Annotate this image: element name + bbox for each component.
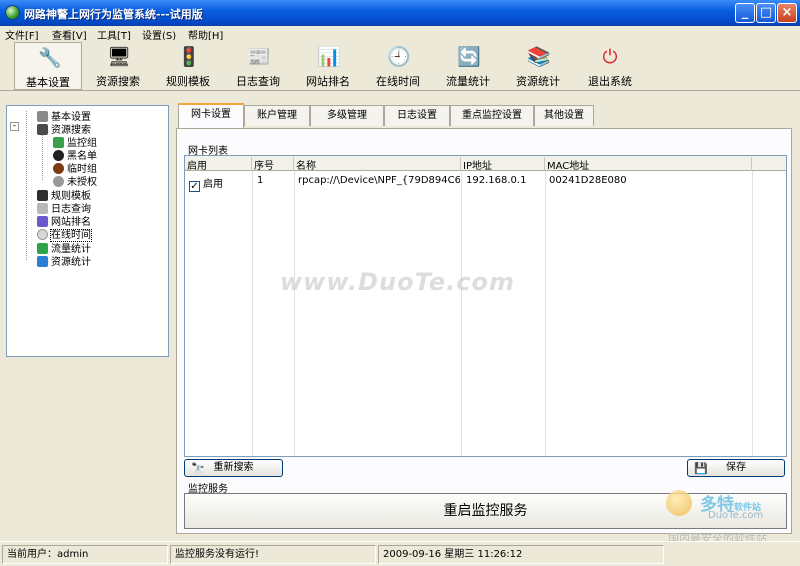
toolbar-label: 网站排名 <box>306 75 350 88</box>
watermark: www.DuoTe.com <box>280 268 515 296</box>
tab-log-settings[interactable]: 日志设置 <box>384 105 450 126</box>
toolbar-resource-search[interactable]: 🖥 资源搜索 <box>84 42 152 90</box>
ip-cell: 192.168.0.1 <box>466 175 527 186</box>
tree-expander[interactable]: - <box>10 122 19 131</box>
maximize-button[interactable]: □ <box>756 3 776 23</box>
tree-item-basic-settings[interactable]: 基本设置 <box>37 108 91 123</box>
toolbar-label: 日志查询 <box>236 75 280 88</box>
status-current-user: 当前用户：admin <box>2 545 168 564</box>
column-index[interactable]: 序号 <box>252 157 294 172</box>
toolbar-label: 流量统计 <box>446 75 490 88</box>
status-bar: 当前用户：admin 监控服务没有运行! 2009-09-16 星期三 11:2… <box>0 541 800 566</box>
toolbar-log-query[interactable]: 📰 日志查询 <box>224 42 292 90</box>
toolbar-site-ranking[interactable]: 📊 网站排名 <box>294 42 362 90</box>
mac-cell: 00241D28E080 <box>549 175 627 186</box>
books-icon: 📚 <box>527 46 551 68</box>
ranking-icon: 📊 <box>317 46 341 68</box>
tree-item-temp-group[interactable]: 临时组 <box>53 160 97 175</box>
main-toolbar: 🔧 基本设置 🖥 资源搜索 🚦 规则模板 📰 日志查询 📊 网站排名 🕘 在线时… <box>0 40 800 91</box>
status-service: 监控服务没有运行! <box>170 545 376 564</box>
tree-item-site-ranking[interactable]: 网站排名 <box>37 213 91 228</box>
log-icon: 📰 <box>247 46 271 68</box>
tree-item-online-time[interactable]: 在线时间 <box>37 226 92 242</box>
name-cell: rpcap://\Device\NPF_{79D894C6-4... <box>298 175 460 186</box>
tree-item-log-query[interactable]: 日志查询 <box>37 200 91 215</box>
tree-item-resource-stats[interactable]: 资源统计 <box>37 253 91 268</box>
logo-domain: DuoTe.com <box>708 510 764 521</box>
column-mac[interactable]: MAC地址 <box>545 157 752 172</box>
app-icon <box>5 5 20 20</box>
column-ip[interactable]: IP地址 <box>461 157 545 172</box>
toolbar-label: 资源统计 <box>516 75 560 88</box>
duote-logo: 多特软件站 DuoTe.com 国内最安全的软件站 <box>664 488 794 548</box>
title-bar: 网路神警上网行为监管系统---试用版 _ □ × <box>0 0 800 26</box>
toolbar-resource-stats[interactable]: 📚 资源统计 <box>504 42 572 90</box>
tools-icon: 🔧 <box>38 47 62 69</box>
tree-item-rule-template[interactable]: 规则模板 <box>37 187 91 202</box>
toolbar-online-time[interactable]: 🕘 在线时间 <box>364 42 432 90</box>
toolbar-label: 在线时间 <box>376 75 420 88</box>
toolbar-label: 资源搜索 <box>96 75 140 88</box>
tab-nic-settings[interactable]: 网卡设置 <box>178 103 244 128</box>
monitor-icon <box>37 124 48 135</box>
menu-bar: 文件[F] 查看[V] 工具[T] 设置(S) 帮助[H] <box>0 26 800 42</box>
nic-table: 启用 序号 名称 IP地址 MAC地址 ✓ 启用 1 rpcap://\Devic… <box>184 155 787 457</box>
tab-key-monitoring[interactable]: 重点监控设置 <box>450 105 534 126</box>
toolbar-exit-system[interactable]: ⏻ 退出系统 <box>576 42 644 90</box>
close-button[interactable]: × <box>777 3 797 23</box>
tab-multilevel-management[interactable]: 多级管理 <box>310 105 384 126</box>
column-name[interactable]: 名称 <box>294 157 461 172</box>
column-enabled[interactable]: 启用 <box>185 157 252 172</box>
enabled-cell[interactable]: ✓ 启用 <box>189 175 251 192</box>
settings-tabs: 网卡设置 账户管理 多级管理 日志设置 重点监控设置 其他设置 <box>176 103 792 129</box>
toolbar-label: 退出系统 <box>588 75 632 88</box>
toolbar-basic-settings[interactable]: 🔧 基本设置 <box>14 42 82 90</box>
tree-item-resource-search[interactable]: 资源搜索 <box>37 121 91 136</box>
binoculars-icon: 🔭 <box>191 462 205 475</box>
research-button[interactable]: 🔭 重新搜索 <box>184 459 283 477</box>
enabled-checkbox[interactable]: ✓ <box>189 181 200 192</box>
unauthorized-icon <box>53 176 64 187</box>
minimize-button[interactable]: _ <box>735 3 755 23</box>
traffic-arrows-icon: 🔄 <box>457 46 481 68</box>
toolbar-label: 基本设置 <box>26 76 70 89</box>
status-datetime: 2009-09-16 星期三 11:26:12 <box>378 545 664 564</box>
tree-item-blacklist[interactable]: 黑名单 <box>53 147 97 162</box>
tab-other-settings[interactable]: 其他设置 <box>534 105 594 126</box>
toolbar-rule-template[interactable]: 🚦 规则模板 <box>154 42 222 90</box>
books-icon <box>37 256 48 267</box>
clock-icon <box>37 229 48 240</box>
traffic-light-icon: 🚦 <box>177 46 201 68</box>
navigation-tree: - 基本设置 资源搜索 监控组 黑名单 临时组 未授权 规则模板 日志查询 网站… <box>6 105 169 357</box>
tree-item-unauthorized[interactable]: 未授权 <box>53 173 97 188</box>
tree-item-monitor-group[interactable]: 监控组 <box>53 134 97 149</box>
tab-account-management[interactable]: 账户管理 <box>244 105 310 126</box>
nic-table-header: 启用 序号 名称 IP地址 MAC地址 <box>185 156 786 172</box>
toolbar-traffic-stats[interactable]: 🔄 流量统计 <box>434 42 502 90</box>
power-icon: ⏻ <box>602 46 618 68</box>
save-button[interactable]: 💾 保存 <box>687 459 785 477</box>
window-title: 网路神警上网行为监管系统---试用版 <box>24 8 203 21</box>
clock-icon: 🕘 <box>387 46 411 68</box>
floppy-disk-icon: 💾 <box>694 462 708 475</box>
toolbar-label: 规则模板 <box>166 75 210 88</box>
mascot-icon <box>666 490 692 516</box>
tree-item-traffic-stats[interactable]: 流量统计 <box>37 240 91 255</box>
index-cell: 1 <box>257 175 264 186</box>
monitor-icon: 🖥 <box>107 46 132 68</box>
